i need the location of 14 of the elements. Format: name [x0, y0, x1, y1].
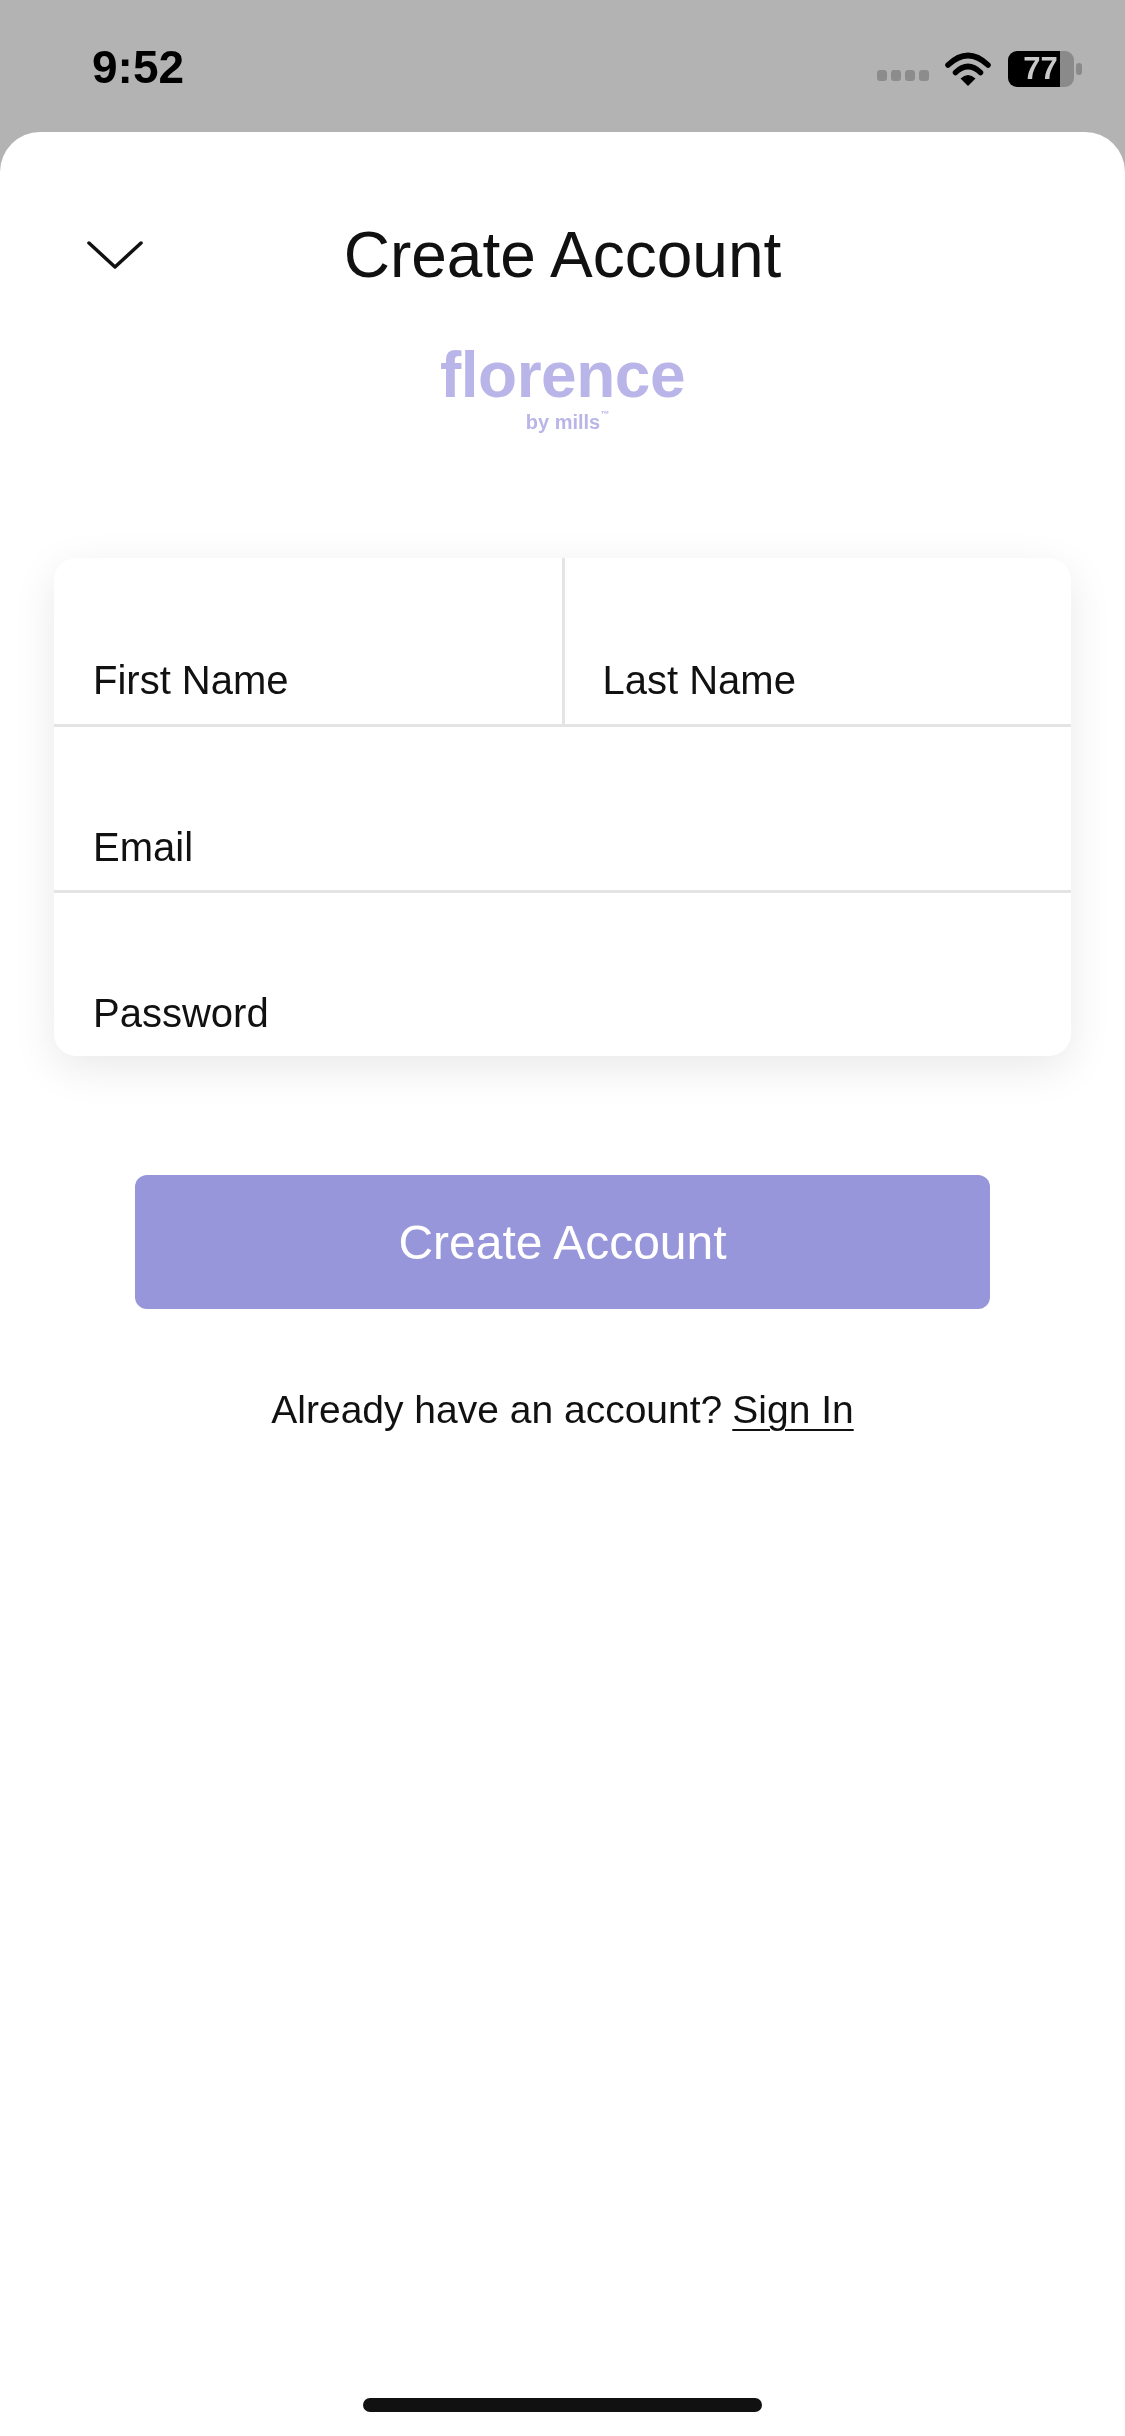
sign-in-link[interactable]: Sign In	[732, 1388, 854, 1431]
sign-in-prompt: Already have an account? Sign In	[270, 1387, 855, 1433]
battery-percentage: 77	[1007, 50, 1083, 88]
status-time: 9:52	[92, 40, 185, 94]
screen-title: Create Account	[343, 218, 782, 293]
wifi-icon	[945, 52, 991, 86]
input-field[interactable]: Password	[54, 893, 1071, 1056]
input-field[interactable]: First Name	[54, 558, 562, 724]
logo-tagline: by mills$^{™}$	[525, 410, 610, 434]
signal-dots-icon	[877, 69, 929, 81]
chevron-down-icon	[87, 240, 143, 270]
input-field[interactable]: Email	[54, 727, 1071, 890]
logo-wordmark: florence	[440, 340, 685, 410]
input-field[interactable]: Last Name	[561, 558, 1071, 724]
